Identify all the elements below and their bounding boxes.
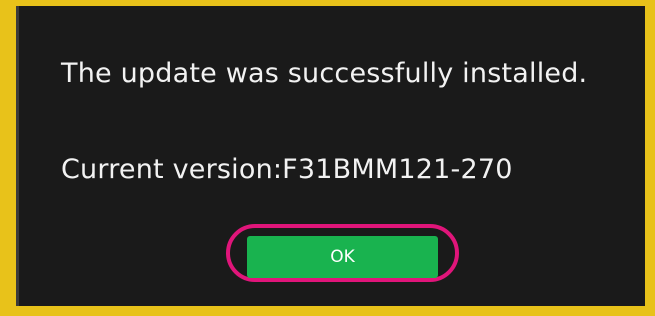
ok-button[interactable]: OK <box>247 236 438 278</box>
ok-button-highlight-ring: OK <box>226 224 459 282</box>
update-success-message: The update was successfully installed. <box>61 58 588 89</box>
update-dialog: The update was successfully installed. C… <box>16 6 645 306</box>
screenshot-frame: The update was successfully installed. C… <box>0 0 655 316</box>
current-version-text: Current version:F31BMM121-270 <box>61 154 513 185</box>
